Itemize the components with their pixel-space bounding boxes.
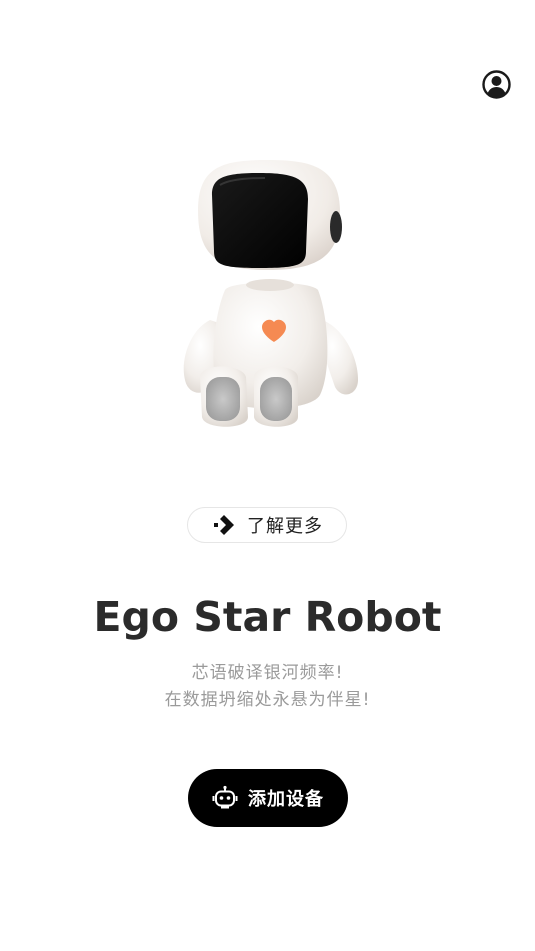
add-device-label: 添加设备 bbox=[248, 789, 324, 810]
learn-more-label: 了解更多 bbox=[247, 516, 323, 537]
user-circle-icon bbox=[482, 70, 511, 99]
profile-button[interactable] bbox=[482, 70, 511, 99]
robot-head-icon bbox=[212, 785, 238, 811]
arrow-diamond-icon bbox=[211, 512, 237, 538]
add-device-button[interactable]: 添加设备 bbox=[188, 769, 348, 827]
screen: 了解更多 Ego Star Robot 芯语破译银河频率! 在数据坍缩处永悬为伴… bbox=[0, 0, 535, 951]
robot-illustration bbox=[170, 155, 370, 440]
page-title: Ego Star Robot bbox=[93, 593, 442, 641]
subtitle-line-2: 在数据坍缩处永悬为伴星! bbox=[164, 690, 371, 710]
subtitle-line-1: 芯语破译银河频率! bbox=[191, 663, 344, 683]
learn-more-button[interactable]: 了解更多 bbox=[187, 507, 347, 543]
